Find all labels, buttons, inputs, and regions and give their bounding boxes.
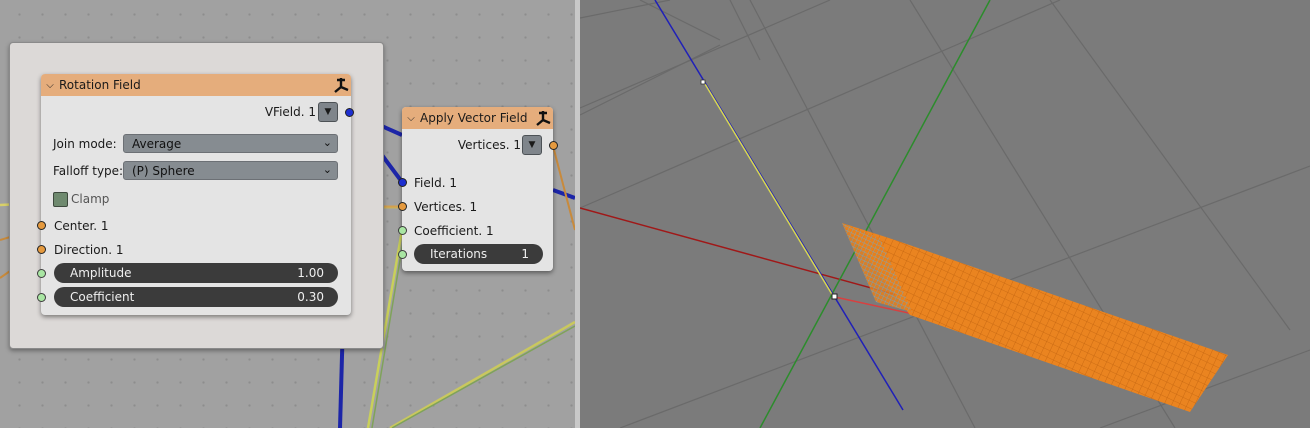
vertices-input-label: Vertices. 1 bbox=[414, 200, 478, 214]
clamp-checkbox[interactable] bbox=[53, 192, 68, 207]
center-input-label: Center. 1 bbox=[54, 219, 109, 233]
origin-marker bbox=[831, 293, 838, 300]
sverchok-icon bbox=[536, 111, 551, 126]
viewport-scene bbox=[580, 0, 1310, 428]
iterations-input-socket[interactable] bbox=[398, 250, 407, 259]
clamp-label: Clamp bbox=[71, 192, 110, 206]
center-input-socket[interactable] bbox=[37, 221, 46, 230]
triangle-down-icon: ▼ bbox=[528, 140, 536, 150]
field-input-socket[interactable] bbox=[398, 178, 407, 187]
iterations-value: 1 bbox=[521, 247, 529, 261]
amplitude-slider[interactable]: Amplitude 1.00 bbox=[54, 263, 338, 283]
rotation-field-node[interactable]: ⌵ Rotation Field VField. 1 ▼ Join mode: … bbox=[37, 74, 354, 315]
vertices-output-menu[interactable]: ▼ bbox=[522, 135, 542, 155]
chevron-down-icon[interactable]: ⌵ bbox=[41, 80, 59, 91]
coefficient-label: Coefficient bbox=[70, 290, 135, 304]
vertices-output-label: Vertices. 1 bbox=[457, 138, 521, 152]
amplitude-value: 1.00 bbox=[297, 266, 324, 280]
z-axis-line bbox=[654, 0, 904, 411]
amplitude-label: Amplitude bbox=[70, 266, 132, 280]
iterations-field[interactable]: Iterations 1 bbox=[414, 244, 543, 264]
3d-viewport[interactable] bbox=[580, 0, 1310, 428]
join-mode-dropdown[interactable]: Average ⌄ bbox=[123, 134, 338, 153]
direction-input-socket[interactable] bbox=[37, 245, 46, 254]
coefficient-input-socket[interactable] bbox=[398, 226, 407, 235]
vfield-output-menu[interactable]: ▼ bbox=[318, 102, 338, 122]
apply-vector-field-header[interactable]: ⌵ Apply Vector Field bbox=[402, 107, 553, 129]
node-editor[interactable]: ⌵ Rotation Field VField. 1 ▼ Join mode: … bbox=[0, 0, 575, 428]
mesh-plane bbox=[842, 223, 1228, 412]
node-title: Rotation Field bbox=[59, 78, 141, 92]
iterations-label: Iterations bbox=[430, 247, 488, 261]
falloff-type-dropdown[interactable]: (P) Sphere ⌄ bbox=[123, 161, 338, 180]
coefficient-slider[interactable]: Coefficient 0.30 bbox=[54, 287, 338, 307]
triangle-down-icon: ▼ bbox=[324, 107, 332, 117]
join-mode-label: Join mode: bbox=[53, 137, 117, 151]
node-title: Apply Vector Field bbox=[420, 111, 528, 125]
chevron-down-icon: ⌄ bbox=[322, 163, 332, 176]
join-mode-value: Average bbox=[132, 136, 182, 151]
coefficient-input-label: Coefficient. 1 bbox=[414, 224, 494, 238]
vertices-output-socket[interactable] bbox=[549, 141, 558, 150]
sverchok-icon bbox=[334, 78, 349, 93]
apply-vector-field-node[interactable]: ⌵ Apply Vector Field Vertices. 1 ▼ Field… bbox=[398, 107, 558, 271]
vertices-input-socket[interactable] bbox=[398, 202, 407, 211]
field-input-label: Field. 1 bbox=[414, 176, 457, 190]
direction-input-label: Direction. 1 bbox=[54, 243, 124, 257]
chevron-down-icon: ⌄ bbox=[322, 136, 332, 149]
falloff-type-label: Falloff type: bbox=[53, 164, 124, 178]
coefficient-value: 0.30 bbox=[297, 290, 324, 304]
vfield-output-label: VField. 1 bbox=[264, 105, 316, 119]
vfield-output-socket[interactable] bbox=[345, 108, 354, 117]
falloff-type-value: (P) Sphere bbox=[132, 163, 195, 178]
chevron-down-icon[interactable]: ⌵ bbox=[402, 113, 420, 124]
amplitude-input-socket[interactable] bbox=[37, 269, 46, 278]
coefficient-input-socket[interactable] bbox=[37, 293, 46, 302]
rotation-field-header[interactable]: ⌵ Rotation Field bbox=[41, 74, 351, 96]
